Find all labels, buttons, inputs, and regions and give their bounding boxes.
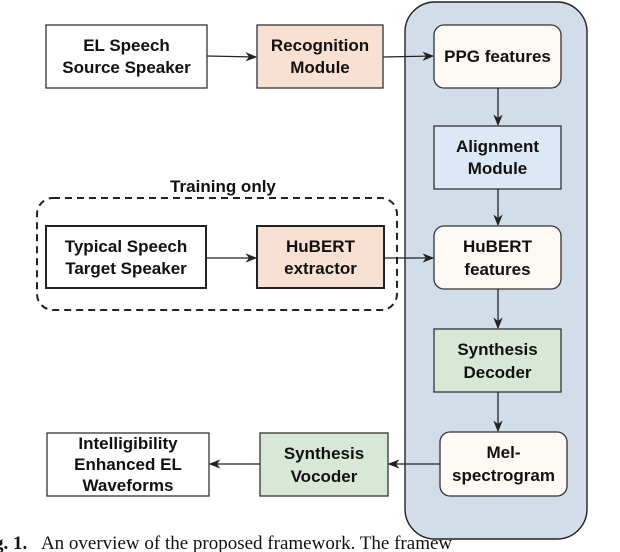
node-extractor-line1: HuBERT	[286, 237, 356, 256]
node-alignment-line1: Alignment	[456, 137, 539, 156]
node-vocoder-line2: Vocoder	[291, 467, 358, 486]
node-decoder-line2: Decoder	[463, 363, 531, 382]
node-mel-line1: Mel-	[487, 443, 521, 462]
node-alignment-module: Alignment Module	[433, 125, 562, 190]
node-mel-line2: spectrogram	[452, 466, 555, 485]
node-mel-spectrogram: Mel- spectrogram	[439, 431, 568, 497]
node-typical-line2: Target Speaker	[65, 259, 187, 278]
node-vocoder-line1: Synthesis	[284, 444, 364, 463]
edge-el-to-recognition	[206, 52, 258, 62]
training-only-label: Training only	[170, 177, 276, 196]
node-output-line3: Waveforms	[82, 476, 173, 495]
caption-text: An overview of the proposed framework. T…	[41, 533, 452, 552]
node-output-line2: Enhanced EL	[74, 455, 182, 474]
node-alignment-line2: Module	[468, 159, 528, 178]
node-typical-speech: Typical Speech Target Speaker	[45, 225, 207, 289]
caption-prefix: g. 1.	[0, 533, 27, 552]
figure-caption: g. 1. An overview of the proposed framew…	[0, 533, 452, 552]
node-recognition-line2: Module	[290, 58, 350, 77]
node-extractor-line2: extractor	[284, 259, 357, 278]
node-recognition-line1: Recognition	[271, 36, 369, 55]
node-decoder-line1: Synthesis	[457, 340, 537, 359]
node-el-speech-line1: EL Speech	[83, 36, 170, 55]
node-hubert-features: HuBERT features	[433, 225, 562, 290]
node-recognition-module: Recognition Module	[256, 24, 384, 89]
node-synthesis-decoder: Synthesis Decoder	[433, 328, 562, 393]
node-ppg-line1: PPG features	[444, 47, 551, 66]
node-output-waveforms: Intelligibility Enhanced EL Waveforms	[46, 432, 210, 497]
node-hubert-extractor: HuBERT extractor	[256, 225, 385, 289]
node-ppg-features: PPG features	[433, 24, 562, 89]
node-hubert-features-line2: features	[464, 260, 530, 279]
node-el-speech-line2: Source Speaker	[62, 58, 191, 77]
node-synthesis-vocoder: Synthesis Vocoder	[259, 432, 389, 497]
node-typical-line1: Typical Speech	[65, 237, 188, 256]
node-el-speech: EL Speech Source Speaker	[45, 24, 208, 89]
node-hubert-features-line1: HuBERT	[463, 237, 533, 256]
node-output-line1: Intelligibility	[78, 434, 178, 453]
framework-diagram: Training only EL Speech Source Speaker R…	[0, 1, 588, 552]
